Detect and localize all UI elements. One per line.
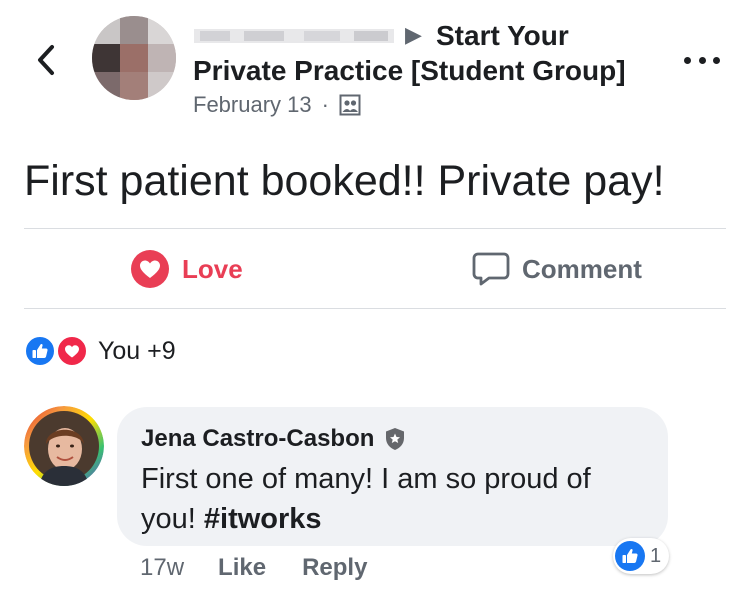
comment-button[interactable]: Comment <box>472 248 642 290</box>
comment-reaction-count: 1 <box>650 544 662 567</box>
love-button[interactable]: Love <box>130 248 243 290</box>
arrow-icon: ▶ <box>405 22 422 47</box>
post-text: First patient booked!! Private pay! <box>24 157 665 205</box>
comment-meta: 17w Like Reply <box>140 552 403 584</box>
meta-separator: · <box>321 92 329 117</box>
comment-text: First one of many! I am so proud of you!… <box>141 459 651 539</box>
more-dot-icon <box>713 56 720 64</box>
commenter-name-row: Jena Castro-Casbon <box>141 425 406 453</box>
divider <box>24 228 726 229</box>
group-name-line1[interactable]: Start Your <box>436 19 569 53</box>
redacted-author-name[interactable] <box>194 26 394 46</box>
comment-bubble[interactable]: Jena Castro-Casbon First one of many! I … <box>117 407 668 546</box>
divider <box>24 308 726 309</box>
chevron-left-icon <box>38 45 54 75</box>
comment-like-button[interactable]: Like <box>218 554 266 582</box>
back-button[interactable] <box>34 42 58 78</box>
comment-reply-button[interactable]: Reply <box>302 554 367 582</box>
like-reaction-icon <box>615 541 645 571</box>
reactions-summary[interactable]: You +9 <box>24 334 176 368</box>
group-name-line2[interactable]: Private Practice [Student Group] <box>193 54 626 88</box>
reaction-icons <box>24 334 92 368</box>
author-avatar[interactable] <box>92 16 176 100</box>
more-options-button[interactable] <box>684 50 720 70</box>
love-label: Love <box>182 253 243 284</box>
group-members-icon <box>339 94 361 116</box>
reaction-count: You +9 <box>98 336 176 365</box>
post-meta: February 13 · <box>193 92 361 118</box>
post-date[interactable]: February 13 <box>193 92 312 118</box>
comment-time[interactable]: 17w <box>140 554 184 582</box>
more-dot-icon <box>698 56 706 64</box>
comment-bubble-icon <box>472 251 510 287</box>
hashtag-link[interactable]: #itworks <box>204 503 322 535</box>
comment-reaction-badge[interactable]: 1 <box>613 538 670 574</box>
more-dot-icon <box>684 56 691 64</box>
commenter-avatar[interactable] <box>24 406 104 486</box>
love-reaction-icon <box>130 249 170 289</box>
commenter-name[interactable]: Jena Castro-Casbon <box>141 425 374 453</box>
like-reaction-icon <box>24 335 56 367</box>
comment-label: Comment <box>522 253 642 284</box>
admin-badge-icon <box>384 427 406 451</box>
love-reaction-icon <box>56 335 88 367</box>
